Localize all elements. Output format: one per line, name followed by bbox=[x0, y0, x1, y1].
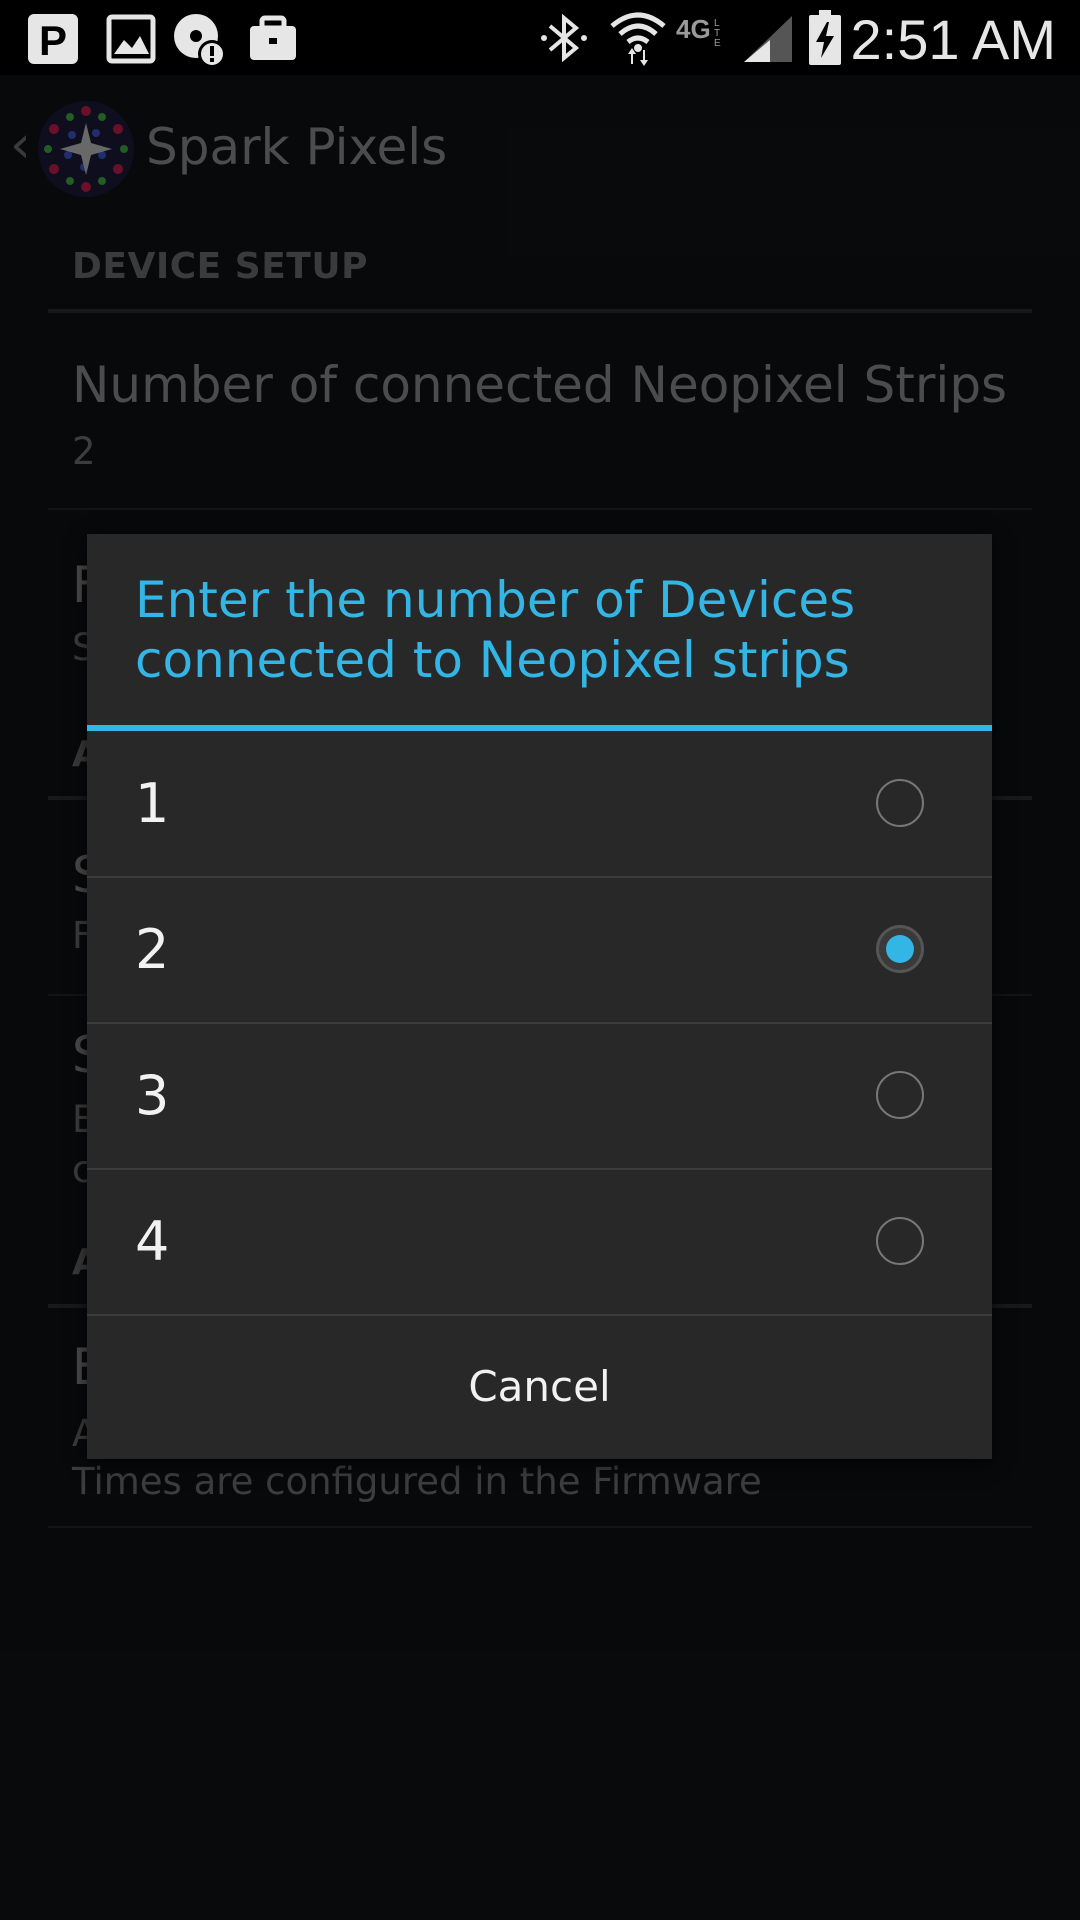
option-label: 1 bbox=[135, 772, 170, 835]
radio-button-checked[interactable] bbox=[876, 925, 924, 973]
radio-button[interactable] bbox=[876, 779, 924, 827]
option-label: 2 bbox=[135, 918, 170, 981]
radio-button[interactable] bbox=[876, 1071, 924, 1119]
option-row-4[interactable]: 4 bbox=[87, 1169, 992, 1315]
dialog-title: Enter the number of Devices connected to… bbox=[135, 571, 856, 689]
option-row-2[interactable]: 2 bbox=[87, 877, 992, 1023]
number-picker-dialog: Enter the number of Devices connected to… bbox=[87, 534, 992, 1459]
option-label: 4 bbox=[135, 1210, 170, 1273]
cancel-button[interactable]: Cancel bbox=[87, 1315, 992, 1459]
radio-button[interactable] bbox=[876, 1217, 924, 1265]
option-label: 3 bbox=[135, 1064, 170, 1127]
option-row-1[interactable]: 1 bbox=[87, 731, 992, 877]
option-row-3[interactable]: 3 bbox=[87, 1023, 992, 1169]
